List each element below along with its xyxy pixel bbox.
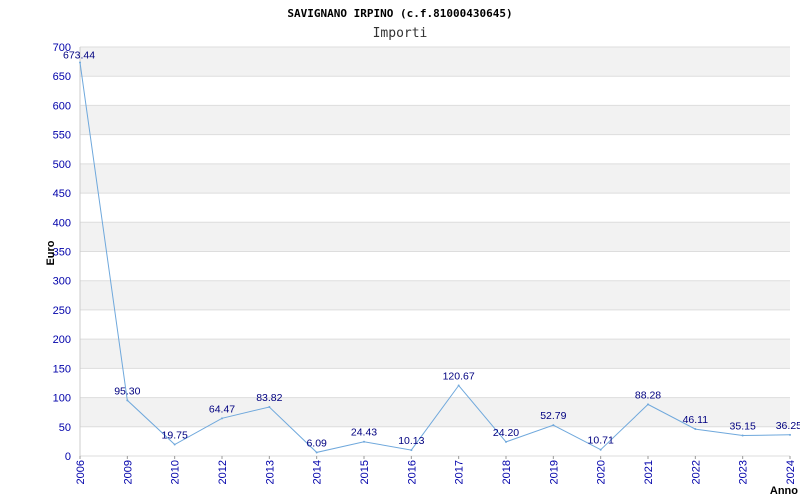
chart-subtitle: Importi [373,26,428,41]
x-tick-label: 2009 [122,460,134,484]
x-axis-label: Anno [770,485,798,497]
grid-band [80,76,790,106]
data-label: 83.82 [256,392,282,404]
data-point [789,433,791,436]
data-point [599,448,602,451]
data-point [221,417,223,420]
y-tick-label: 50 [59,422,71,434]
y-tick-label: 250 [53,305,71,317]
y-axis-label: Euro [45,240,57,265]
x-tick-label: 2018 [501,460,513,484]
x-tick-label: 2010 [170,460,182,484]
grid-band [80,280,790,310]
data-point [552,424,555,427]
data-label: 95.30 [114,385,140,397]
grid-band [80,163,790,194]
data-label: 24.43 [351,427,377,439]
data-point [268,406,271,409]
data-label: 46.11 [683,414,709,426]
data-label: 6.09 [306,437,327,449]
data-label: 10.71 [588,435,614,447]
data-label: 64.47 [209,403,235,415]
data-point [363,440,365,443]
data-label: 36.25 [776,420,800,432]
data-label: 673.44 [63,50,95,62]
data-label: 88.28 [635,389,661,401]
x-tick-label: 2014 [312,460,324,484]
data-point [173,443,176,446]
x-tick-label: 2020 [596,460,608,484]
x-tick-label: 2024 [785,460,797,484]
chart-title: SAVIGNANO IRPINO (c.f.81000430645) [287,7,512,20]
x-tick-label: 2013 [264,460,276,484]
data-label: 120.67 [443,370,475,382]
x-tick-label: 2016 [406,460,418,484]
y-tick-label: 0 [65,451,71,463]
grid-band [80,309,790,340]
y-tick-label: 450 [53,188,71,200]
data-point [505,440,507,443]
data-label: 35.15 [730,420,756,432]
data-point [694,428,697,431]
grid-band [80,193,790,223]
grid-band [80,339,790,369]
data-point [315,451,318,454]
data-label: 52.79 [540,410,566,422]
x-tick-label: 2019 [548,460,560,484]
y-tick-label: 100 [53,393,71,405]
grid-band [80,251,790,281]
y-tick-label: 650 [53,71,71,83]
data-point [126,399,129,402]
y-tick-label: 150 [53,363,71,375]
y-tick-label: 500 [53,159,71,171]
x-tick-label: 2015 [359,460,371,484]
grid-band [80,222,790,252]
y-tick-label: 200 [53,334,71,346]
y-tick-label: 300 [53,276,71,288]
data-point [457,384,460,387]
x-tick-label: 2012 [217,460,229,484]
y-tick-label: 400 [53,217,71,229]
y-tick-label: 550 [53,130,71,142]
y-tick-label: 600 [53,100,71,112]
data-label: 19.75 [162,429,188,441]
data-point [741,434,744,437]
data-point [410,449,413,452]
x-tick-label: 2022 [690,460,702,484]
data-point [647,403,649,406]
data-label: 24.20 [493,427,519,439]
grid-band [80,368,790,398]
x-tick-label: 2021 [643,460,655,484]
x-tick-label: 2023 [738,460,750,484]
grid-band [80,134,790,164]
line-chart: SAVIGNANO IRPINO (c.f.81000430645) Impor… [45,7,800,497]
x-tick-label: 2006 [75,460,87,484]
data-label: 10.13 [398,435,424,447]
data-point [79,61,81,64]
x-axis: 2006 2009 2010 2012 2013 2014 2015 2016 2017 2018… [75,456,797,484]
grid-band [80,47,790,77]
grid-band [80,105,790,135]
x-tick-label: 2017 [454,460,466,484]
